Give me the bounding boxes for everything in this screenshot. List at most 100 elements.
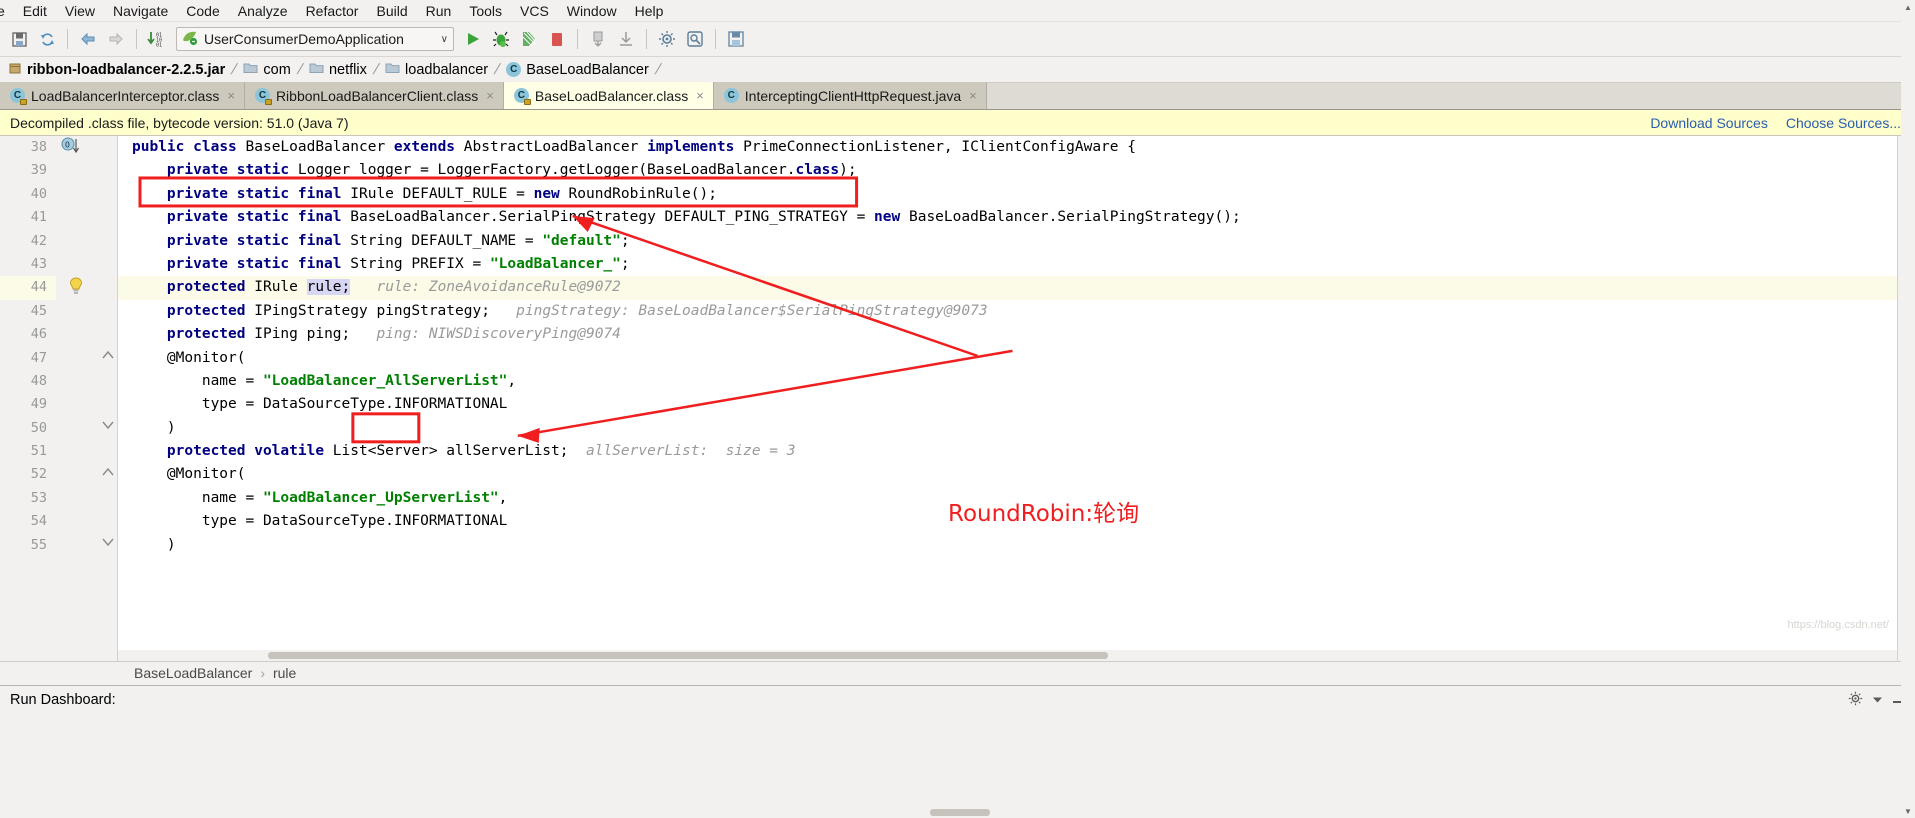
intention-bulb-icon[interactable] [56,276,118,299]
code-line[interactable]: private static final BaseLoadBalancer.Se… [118,206,1897,229]
jar-icon [8,61,22,79]
code-token: "LoadBalancer_UpServerList" [262,489,499,506]
code-token: private static final [166,209,342,226]
breadcrumb-footer-class[interactable]: BaseLoadBalancer [134,665,252,681]
gutter-line-number: 53 [30,489,47,506]
code-line[interactable]: protected IPingStrategy pingStrategy; pi… [118,300,1897,323]
breadcrumb-item-netflix[interactable]: netflix [309,61,370,78]
download-sources-link[interactable]: Download Sources [1650,115,1768,131]
menu-item-help[interactable]: Help [626,0,673,22]
dashboard-hscroll-thumb[interactable] [930,809,990,816]
code-token: BaseLoadBalancer [236,139,394,155]
code-line[interactable]: private static Logger logger = LoggerFac… [118,159,1897,182]
save-icon[interactable] [723,26,749,52]
menu-item-run[interactable]: Run [417,0,461,22]
menu-item-file[interactable]: e [0,0,14,22]
code-line[interactable]: private static final String DEFAULT_NAME… [118,230,1897,253]
code-token: , [507,372,517,389]
gear-icon[interactable] [1848,691,1863,710]
tab-loadbalancerinterceptor[interactable]: C LoadBalancerInterceptor.class × [0,82,245,109]
gutter-line-number: 43 [30,255,47,272]
spring-boot-icon [181,29,198,49]
toolbar-divider [67,29,68,49]
search-everywhere-icon[interactable] [682,26,708,52]
sync-refresh-icon[interactable] [34,26,60,52]
run-dashboard-body[interactable] [0,714,1915,818]
tab-ribbonloadbalancerclient[interactable]: C RibbonLoadBalancerClient.class × [244,82,504,109]
save-all-icon[interactable] [6,26,32,52]
toolbar-divider-3 [577,29,578,49]
update-project-icon[interactable]: 01 10 01 [144,26,170,52]
code-line[interactable]: protected IRule rule; rule: ZoneAvoidanc… [118,276,1897,300]
code-token: BaseLoadBalancer.SerialPingStrategy(); [900,209,1241,226]
download-icon[interactable] [613,26,639,52]
menu-item-navigate[interactable]: Navigate [104,0,177,22]
gutter-line-number: 38 [30,139,47,155]
override-implements-icon[interactable]: O [56,136,118,159]
chevron-down-icon-dash[interactable] [1873,692,1882,708]
menu-item-analyze[interactable]: Analyze [229,0,297,22]
breadcrumb-item-class[interactable]: C BaseLoadBalancer [506,62,652,78]
editor-gutter[interactable]: 38 O 39 40 41 42 43 44 45 46 47 48 49 50 51 52 53 54 55 [0,136,118,661]
tab-interceptingclienthttprequest[interactable]: C InterceptingClientHttpRequest.java × [713,82,987,109]
breadcrumb-item-loadbalancer[interactable]: loadbalancer [385,61,491,78]
attach-profiler-icon[interactable] [585,26,611,52]
code-line[interactable]: ) [118,417,1897,440]
gutter-line-number: 47 [30,349,47,366]
code-line[interactable]: private static final IRule DEFAULT_RULE … [118,183,1897,206]
menu-item-refactor[interactable]: Refactor [297,0,368,22]
menu-item-vcs[interactable]: VCS [511,0,558,22]
tab-close-icon[interactable]: × [227,88,235,103]
scroll-down-arrow-icon[interactable]: ▼ [1901,804,1915,818]
menu-item-code[interactable]: Code [177,0,228,22]
code-fold-open-icon[interactable] [56,464,118,487]
code-token: new [533,185,560,202]
editor-hscroll-thumb[interactable] [268,651,1108,659]
code-fold-open-icon[interactable] [56,347,118,370]
debug-icon[interactable] [488,26,514,52]
breadcrumb-footer-member[interactable]: rule [273,665,296,681]
menu-item-edit[interactable]: Edit [14,0,56,22]
menu-item-view[interactable]: View [56,0,104,22]
code-line[interactable]: name = "LoadBalancer_AllServerList", [118,370,1897,393]
code-line[interactable]: ) [118,534,1897,557]
toolbar-divider-4 [646,29,647,49]
tab-close-icon-3[interactable]: × [696,88,704,103]
tab-close-icon-4[interactable]: × [969,88,977,103]
code-token: ) [132,536,176,553]
code-fold-close-icon[interactable] [56,534,118,557]
back-arrow-icon[interactable] [75,26,101,52]
run-icon[interactable] [460,26,486,52]
scroll-up-arrow-icon[interactable]: ▲ [1901,0,1915,14]
breadcrumb-item-com[interactable]: com [243,61,293,78]
window-vertical-scrollbar[interactable]: ▲ ▼ [1901,0,1915,818]
tab-baseloadbalancer[interactable]: C BaseLoadBalancer.class × [503,82,714,109]
stop-icon[interactable] [544,26,570,52]
breadcrumb-item-jar[interactable]: ribbon-loadbalancer-2.2.5.jar [8,61,228,79]
run-configuration-selector[interactable]: UserConsumerDemoApplication ∨ [176,27,454,51]
tab-close-icon-2[interactable]: × [486,88,494,103]
menu-item-tools[interactable]: Tools [460,0,511,22]
code-line[interactable]: @Monitor( [118,463,1897,486]
settings-icon[interactable] [654,26,680,52]
forward-arrow-icon[interactable] [103,26,129,52]
code-line[interactable]: protected volatile List<Server> allServe… [118,440,1897,463]
code-line[interactable]: @Monitor( [118,347,1897,370]
code-line[interactable]: protected IPing ping; ping: NIWSDiscover… [118,323,1897,346]
dashboard-horizontal-scrollbar[interactable] [0,807,1915,818]
run-coverage-icon[interactable] [516,26,542,52]
code-pane[interactable]: public class BaseLoadBalancer extends Ab… [118,136,1897,661]
code-token: ping: NIWSDiscoveryPing@9074 [376,326,621,343]
code-fold-close-icon[interactable] [56,417,118,440]
choose-sources-link[interactable]: Choose Sources... [1786,115,1901,131]
code-line[interactable]: private static final String PREFIX = "Lo… [118,253,1897,276]
menu-item-window[interactable]: Window [558,0,626,22]
code-line[interactable]: public class BaseLoadBalancer extends Ab… [118,136,1897,159]
menu-item-build[interactable]: Build [367,0,416,22]
code-line[interactable]: type = DataSourceType.INFORMATIONAL [118,393,1897,416]
editor-horizontal-scrollbar[interactable] [118,649,1897,661]
chevron-down-icon[interactable]: ∨ [441,34,448,45]
